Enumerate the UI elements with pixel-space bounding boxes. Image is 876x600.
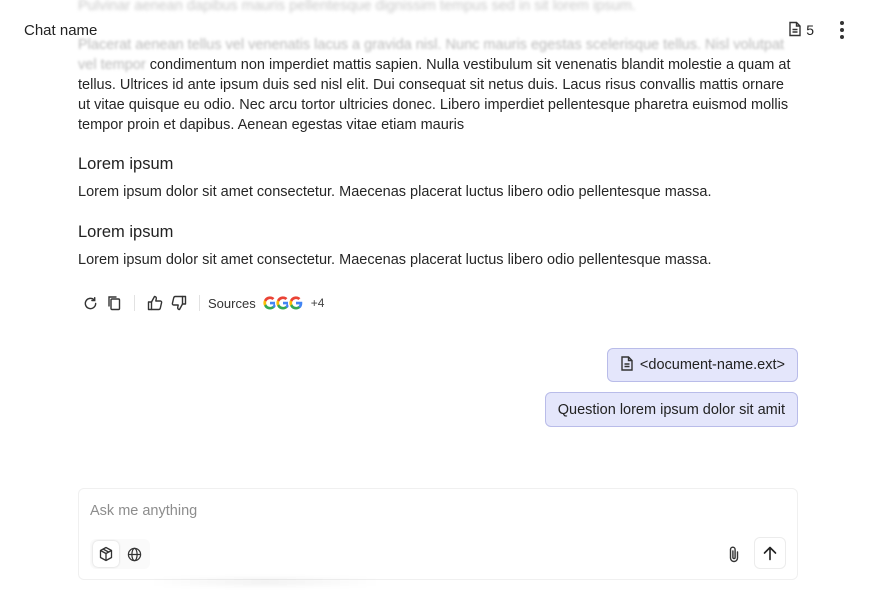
globe-icon[interactable] (121, 541, 147, 567)
regenerate-icon[interactable] (78, 292, 102, 314)
documents-count-button[interactable]: 5 (784, 16, 818, 44)
sources-logos[interactable] (261, 295, 304, 311)
document-icon (620, 355, 634, 376)
thumbs-up-icon[interactable] (143, 292, 167, 314)
attached-document-pill[interactable]: <document-name.ext> (606, 348, 798, 382)
more-vertical-icon[interactable] (832, 20, 852, 40)
paragraph-text: condimentum non imperdiet mattis sapien.… (78, 57, 791, 133)
thumbs-down-icon[interactable] (167, 292, 191, 314)
section-body: Lorem ipsum dolor sit amet consectetur. … (78, 184, 712, 200)
composer-tools (90, 539, 150, 569)
section-heading: Lorem ipsum (78, 155, 174, 173)
chat-title: Chat name (24, 21, 98, 39)
document-icon (788, 21, 802, 40)
divider (199, 295, 200, 311)
documents-count: 5 (806, 22, 814, 38)
cube-icon[interactable] (93, 541, 119, 567)
more-sources-count[interactable]: +4 (311, 296, 325, 310)
send-button[interactable] (754, 537, 786, 569)
chat-input[interactable] (90, 501, 690, 521)
message-actions: Sources +4 (78, 292, 324, 314)
bottom-fade (150, 578, 380, 586)
divider (134, 295, 135, 311)
google-icon (287, 295, 304, 311)
chat-header: Chat name 5 (0, 0, 876, 60)
user-question-bubble: Question lorem ipsum dolor sit amit (544, 392, 798, 427)
document-name: <document-name.ext> (639, 357, 785, 373)
copy-icon[interactable] (102, 292, 126, 314)
section-body: Lorem ipsum dolor sit amet consectetur. … (78, 252, 712, 268)
section-heading: Lorem ipsum (78, 223, 174, 241)
sources-label[interactable]: Sources (208, 296, 256, 311)
message-composer (78, 488, 798, 580)
arrow-up-icon (763, 546, 777, 560)
user-question-text: Question lorem ipsum dolor sit amit (557, 401, 785, 418)
header-actions: 5 (784, 16, 852, 44)
paperclip-icon[interactable] (721, 539, 747, 569)
